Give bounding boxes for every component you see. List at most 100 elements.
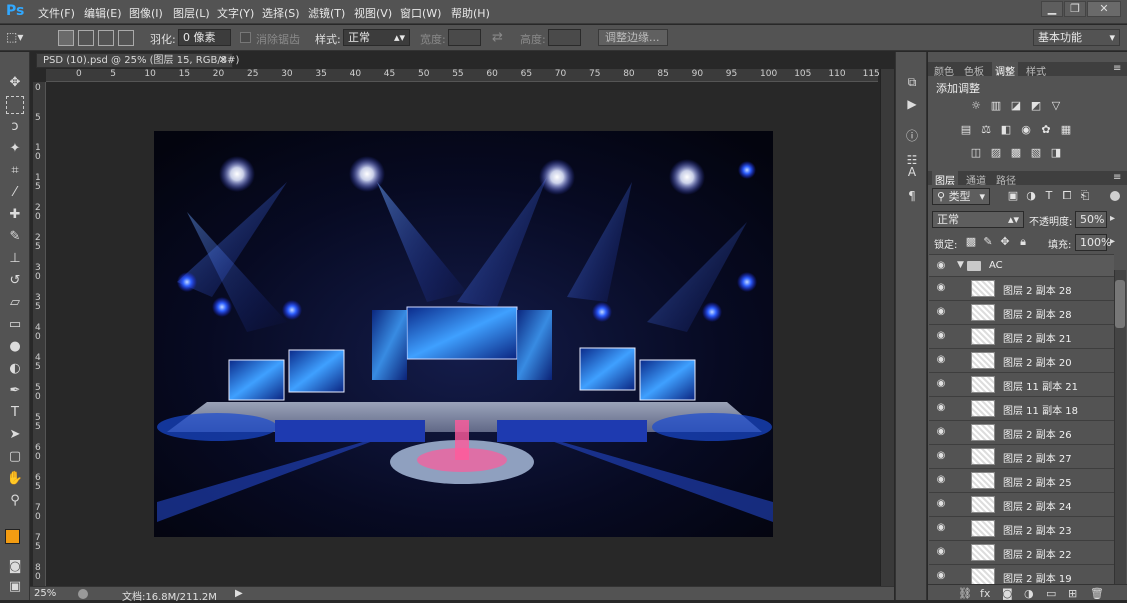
marquee-preset-icon[interactable]: ⬚▾: [6, 30, 32, 46]
quick-mask-icon[interactable]: ◙: [6, 558, 24, 576]
visibility-eye-icon[interactable]: ◉: [935, 282, 947, 294]
pen-tool-icon[interactable]: ✒: [6, 382, 24, 400]
move-tool-icon[interactable]: ✥: [6, 74, 24, 92]
eyedropper-tool-icon[interactable]: ⁄: [6, 184, 24, 202]
visibility-eye-icon[interactable]: ◉: [935, 330, 947, 342]
menu-item[interactable]: 选择(S): [262, 5, 300, 21]
vibrance-icon[interactable]: ▽: [1049, 100, 1063, 112]
levels-icon[interactable]: ▥: [989, 100, 1003, 112]
actions-panel-icon[interactable]: ▶: [904, 96, 920, 112]
visibility-eye-icon[interactable]: ◉: [935, 546, 947, 558]
threshold-icon[interactable]: ▩: [1009, 147, 1023, 159]
black-white-icon[interactable]: ◧: [999, 124, 1013, 136]
history-panel-icon[interactable]: ⧉: [904, 74, 920, 90]
layer-style-icon[interactable]: fx: [980, 587, 990, 600]
add-selection-icon[interactable]: [78, 30, 94, 46]
layer-row[interactable]: ◉ 图层 11 副本 21: [929, 372, 1114, 395]
layer-row[interactable]: ◉ 图层 2 副本 27: [929, 444, 1114, 467]
lock-all-icon[interactable]: 🔒︎: [1016, 236, 1030, 248]
group-expand-chevron-icon[interactable]: ▼: [957, 260, 964, 270]
visibility-eye-icon[interactable]: ◉: [935, 354, 947, 366]
blur-tool-icon[interactable]: ●: [6, 338, 24, 356]
opacity-input[interactable]: 50%: [1075, 211, 1107, 228]
tab-paths[interactable]: 路径: [996, 172, 1016, 187]
fill-input[interactable]: 100%: [1075, 234, 1111, 251]
menu-item[interactable]: 编辑(E): [84, 5, 122, 21]
tab-color[interactable]: 颜色: [934, 63, 954, 78]
visibility-eye-icon[interactable]: ◉: [935, 260, 947, 272]
layer-row[interactable]: ◉ 图层 2 副本 25: [929, 468, 1114, 491]
visibility-eye-icon[interactable]: ◉: [935, 450, 947, 462]
layers-panel-menu-icon[interactable]: ≡: [1113, 172, 1121, 183]
marquee-tool-icon[interactable]: [6, 96, 24, 114]
curves-icon[interactable]: ◪: [1009, 100, 1023, 112]
screen-mode-icon[interactable]: ▣: [6, 578, 24, 596]
layer-row[interactable]: ◉ 图层 2 副本 28: [929, 276, 1114, 299]
vertical-scrollbar[interactable]: [880, 69, 894, 586]
hand-tool-icon[interactable]: ✋: [6, 470, 24, 488]
layer-row[interactable]: ◉ 图层 2 副本 28: [929, 300, 1114, 323]
lock-transparency-icon[interactable]: ▩: [964, 236, 978, 248]
rectangle-tool-icon[interactable]: ▢: [6, 448, 24, 466]
intersect-selection-icon[interactable]: [118, 30, 134, 46]
tab-adjustments[interactable]: 调整: [992, 62, 1018, 79]
filter-smart-icon[interactable]: ⎗: [1078, 190, 1092, 202]
feather-input[interactable]: 0 像素: [178, 29, 231, 46]
new-selection-icon[interactable]: [58, 30, 74, 46]
layer-group-row[interactable]: ◉ ▼ AC: [929, 254, 1114, 277]
new-adjustment-icon[interactable]: ◑: [1024, 587, 1034, 600]
tab-styles[interactable]: 样式: [1026, 63, 1046, 78]
tab-layers[interactable]: 图层: [932, 171, 958, 188]
magic-wand-icon[interactable]: ✦: [6, 140, 24, 158]
menu-item[interactable]: 文件(F): [38, 5, 75, 21]
tab-channels[interactable]: 通道: [966, 172, 986, 187]
layer-row[interactable]: ◉ 图层 11 副本 18: [929, 396, 1114, 419]
channel-mixer-icon[interactable]: ✿: [1039, 124, 1053, 136]
posterize-icon[interactable]: ▨: [989, 147, 1003, 159]
close-button[interactable]: ✕: [1087, 1, 1121, 17]
zoom-level[interactable]: 25%: [34, 588, 56, 599]
menu-item[interactable]: 图层(L): [173, 5, 210, 21]
menu-item[interactable]: 帮助(H): [451, 5, 490, 21]
type-tool-icon[interactable]: T: [6, 404, 24, 422]
clone-stamp-icon[interactable]: ⊥: [6, 250, 24, 268]
document-tab[interactable]: PSD (10).psd @ 25% (图层 15, RGB/8#) ✕: [36, 53, 239, 68]
width-input[interactable]: [448, 29, 481, 46]
status-info-icon[interactable]: [78, 589, 88, 599]
path-selection-icon[interactable]: ➤: [6, 426, 24, 444]
antialias-checkbox[interactable]: [240, 32, 251, 43]
new-group-icon[interactable]: ▭: [1046, 587, 1056, 600]
history-brush-icon[interactable]: ↺: [6, 272, 24, 290]
visibility-eye-icon[interactable]: ◉: [935, 570, 947, 582]
workspace-select[interactable]: 基本功能 ▾: [1033, 29, 1120, 46]
brush-tool-icon[interactable]: ✎: [6, 228, 24, 246]
status-menu-arrow-icon[interactable]: ▶: [235, 588, 243, 599]
filter-adjustment-icon[interactable]: ◑: [1024, 190, 1038, 202]
visibility-eye-icon[interactable]: ◉: [935, 378, 947, 390]
invert-icon[interactable]: ◫: [969, 147, 983, 159]
lock-position-icon[interactable]: ✥: [998, 236, 1012, 248]
height-input[interactable]: [548, 29, 581, 46]
menu-item[interactable]: 图像(I): [129, 5, 163, 21]
gradient-tool-icon[interactable]: ▭: [6, 316, 24, 334]
subtract-selection-icon[interactable]: [98, 30, 114, 46]
layer-row[interactable]: ◉ 图层 2 副本 26: [929, 420, 1114, 443]
link-layers-icon[interactable]: ⛓: [958, 587, 972, 600]
visibility-eye-icon[interactable]: ◉: [935, 498, 947, 510]
minimize-button[interactable]: ▁: [1041, 1, 1063, 17]
layer-filter-select[interactable]: ⚲ 类型 ▾: [932, 188, 990, 205]
delete-layer-icon[interactable]: 🗑︎: [1090, 587, 1104, 600]
restore-button[interactable]: ❐: [1064, 1, 1086, 17]
hue-saturation-icon[interactable]: ▤: [959, 124, 973, 136]
blend-mode-select[interactable]: 正常 ▴▾: [932, 211, 1024, 228]
crop-tool-icon[interactable]: ⌗: [6, 162, 24, 180]
canvas-area[interactable]: [47, 82, 878, 586]
foreground-color-swatch[interactable]: [5, 529, 20, 544]
add-mask-icon[interactable]: ◙: [1002, 587, 1013, 600]
refine-edge-button[interactable]: 调整边缘...: [598, 29, 668, 46]
photo-filter-icon[interactable]: ◉: [1019, 124, 1033, 136]
layer-row[interactable]: ◉ 图层 2 副本 21: [929, 324, 1114, 347]
character-panel-icon[interactable]: A: [904, 164, 920, 180]
menu-item[interactable]: 滤镜(T): [308, 5, 345, 21]
eraser-tool-icon[interactable]: ▱: [6, 294, 24, 312]
